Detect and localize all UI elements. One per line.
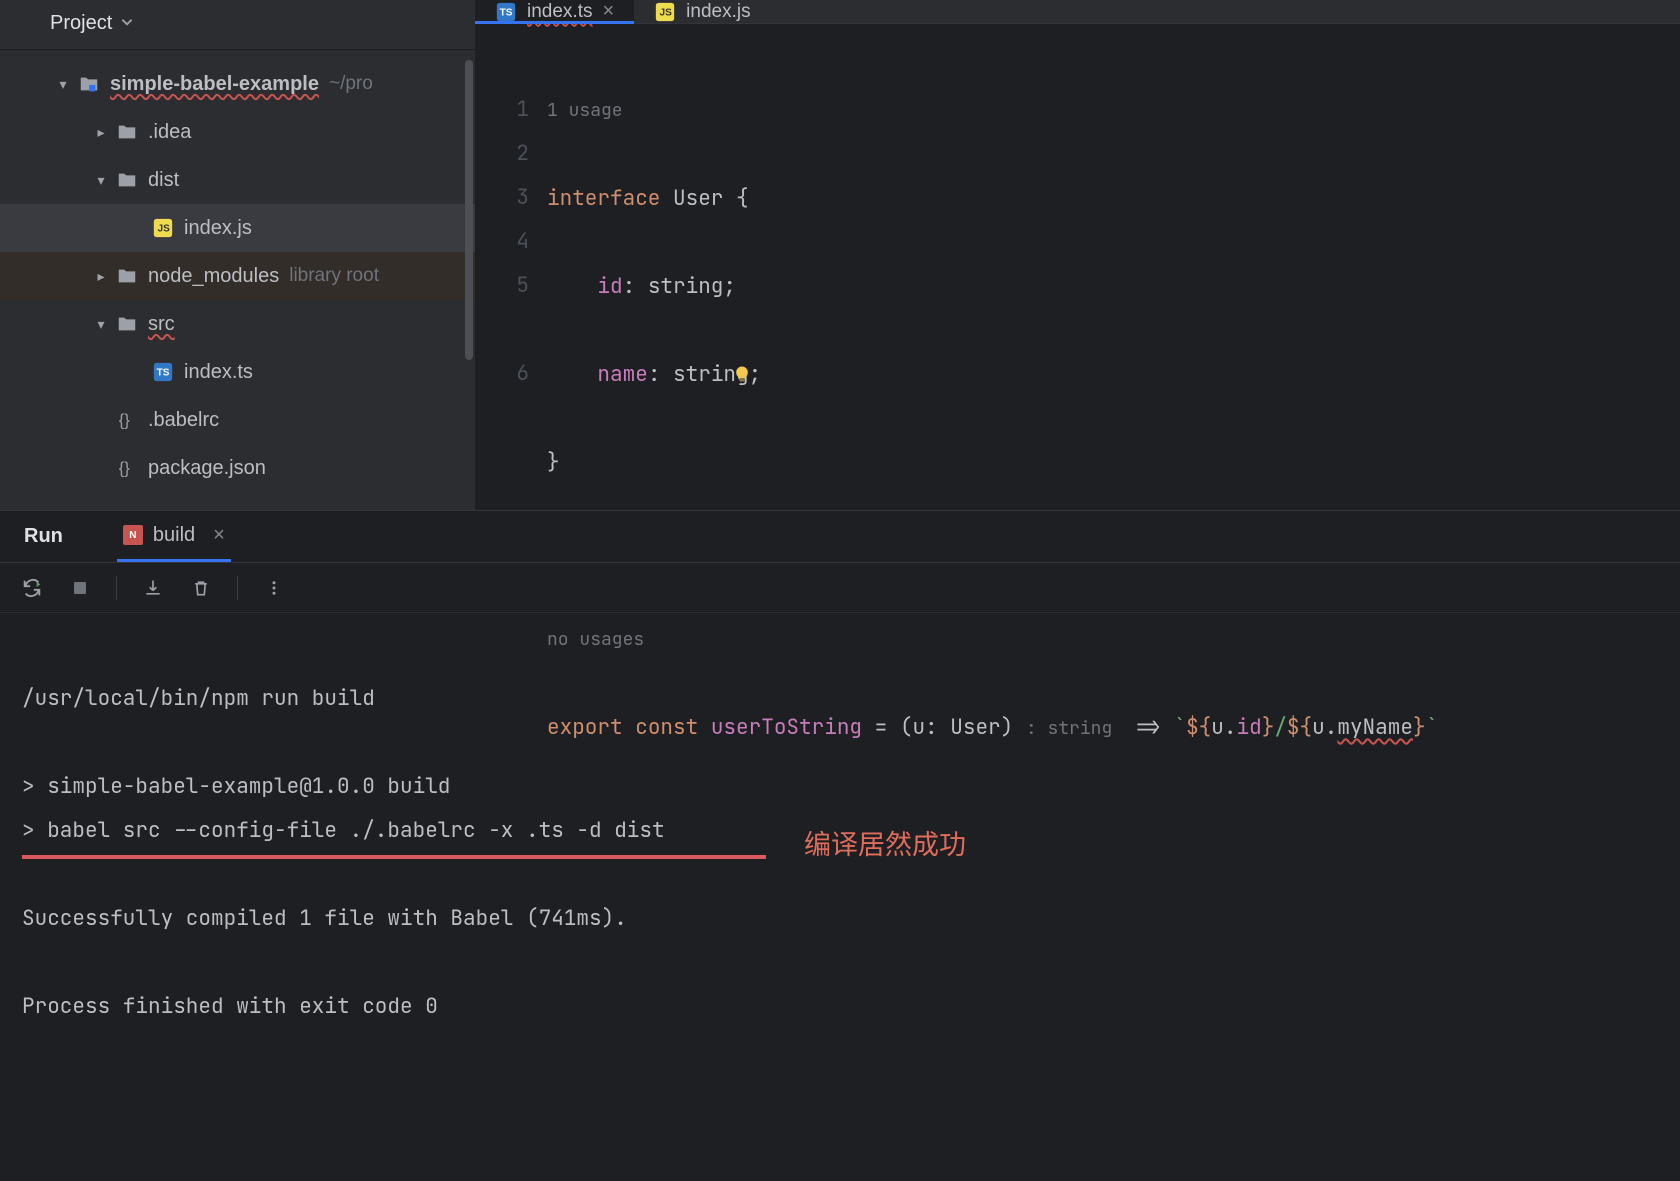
svg-text:JS: JS	[158, 224, 171, 235]
tree-label: index.js	[184, 217, 252, 240]
tree-label: dist	[148, 169, 179, 192]
sidebar-scrollbar[interactable]	[465, 60, 473, 360]
chevron-down-icon: ▾	[50, 76, 76, 93]
js-file-icon: JS	[150, 217, 176, 239]
console-line: Process finished with exit code 0	[22, 993, 438, 1020]
folder-icon	[114, 121, 140, 143]
tree-label: src	[148, 313, 175, 336]
tree-file-indexjs[interactable]: JS index.js	[0, 204, 475, 252]
chevron-right-icon: ▸	[88, 124, 114, 141]
project-name: simple-babel-example	[110, 73, 319, 96]
tree-label: .idea	[148, 121, 191, 144]
more-icon[interactable]	[262, 576, 286, 600]
console-line: /usr/local/bin/npm run build	[22, 685, 375, 712]
chevron-down-icon	[120, 14, 134, 34]
chevron-right-icon: ▸	[88, 268, 114, 285]
project-folder-icon	[76, 73, 102, 95]
tree-folder-nodemodules[interactable]: ▸ node_modules library root	[0, 252, 475, 300]
console-output[interactable]: /usr/local/bin/npm run build > simple-ba…	[0, 613, 1680, 1181]
usage-hint: 1 usage	[547, 99, 623, 122]
run-config-label: build	[153, 524, 195, 547]
tree-label: index.ts	[184, 361, 253, 384]
tree-label: node_modules	[148, 265, 279, 288]
annotation-underline	[22, 855, 766, 859]
tree-folder-idea[interactable]: ▸ .idea	[0, 108, 475, 156]
tree-hint: library root	[289, 265, 379, 287]
tree-label: .babelrc	[148, 409, 219, 432]
tree-file-indexts[interactable]: TS index.ts	[0, 348, 475, 396]
project-header[interactable]: Project	[0, 0, 475, 50]
project-tree: ▾ simple-babel-example ~/pro ▸ .idea ▾	[0, 50, 475, 492]
separator	[237, 576, 238, 600]
js-file-icon: JS	[654, 1, 676, 23]
close-icon[interactable]: ×	[602, 0, 614, 23]
project-path: ~/pro	[329, 73, 373, 95]
project-sidebar: Project ▾ simple-babel-example ~/pro ▸	[0, 0, 475, 510]
chevron-down-icon: ▾	[88, 172, 114, 189]
lightbulb-icon[interactable]	[581, 312, 752, 444]
ts-file-icon: TS	[150, 361, 176, 383]
run-panel-title: Run	[24, 525, 63, 548]
trash-icon[interactable]	[189, 576, 213, 600]
svg-text:TS: TS	[157, 368, 170, 379]
tree-folder-dist[interactable]: ▾ dist	[0, 156, 475, 204]
export-icon[interactable]	[141, 576, 165, 600]
tree-folder-src[interactable]: ▾ src	[0, 300, 475, 348]
console-line: > simple-babel-example@1.0.0 build	[22, 773, 450, 800]
svg-text:{}: {}	[119, 412, 131, 430]
tab-indexts[interactable]: TS index.ts ×	[475, 0, 634, 23]
console-success-line: Successfully compiled 1 file with Babel …	[22, 905, 627, 932]
editor-tabs: TS index.ts × JS index.js	[475, 0, 1680, 24]
svg-text:{}: {}	[119, 460, 131, 478]
tree-project-root[interactable]: ▾ simple-babel-example ~/pro	[0, 60, 475, 108]
tab-label: index.ts	[527, 1, 592, 23]
separator	[116, 576, 117, 600]
npm-icon: N	[123, 525, 143, 545]
tree-label: package.json	[148, 457, 266, 480]
close-icon[interactable]: ×	[213, 524, 225, 547]
tab-label: index.js	[686, 1, 750, 23]
editor-area: TS index.ts × JS index.js 1 2 3 4 5	[475, 0, 1680, 510]
folder-icon	[114, 313, 140, 335]
chevron-down-icon: ▾	[88, 316, 114, 333]
tree-file-babelrc[interactable]: {} .babelrc	[0, 396, 475, 444]
tree-file-packagejson[interactable]: {} package.json	[0, 444, 475, 492]
annotation-text: 编译居然成功	[804, 823, 966, 867]
svg-text:TS: TS	[500, 7, 513, 18]
stop-icon[interactable]	[68, 576, 92, 600]
svg-text:JS: JS	[660, 7, 673, 18]
rerun-icon[interactable]	[20, 576, 44, 600]
folder-icon	[114, 169, 140, 191]
json-file-icon: {}	[114, 409, 140, 431]
ts-file-icon: TS	[495, 1, 517, 23]
project-title: Project	[50, 12, 112, 35]
folder-icon	[114, 265, 140, 287]
json-file-icon: {}	[114, 457, 140, 479]
tab-indexjs[interactable]: JS index.js	[634, 0, 770, 23]
run-config-tab[interactable]: N build ×	[117, 511, 231, 562]
console-line: > babel src --config-file ./.babelrc -x …	[22, 817, 665, 844]
